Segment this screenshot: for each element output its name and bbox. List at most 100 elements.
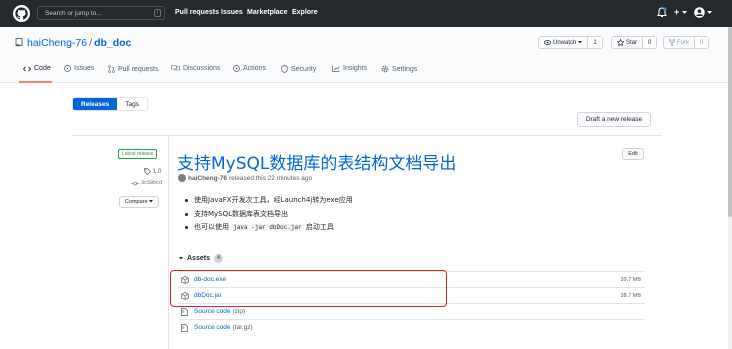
release-commit[interactable]: 3c50bcd — [131, 180, 162, 186]
tab-code[interactable]: Code — [23, 65, 51, 72]
star-button[interactable]: Star — [612, 37, 642, 48]
star-icon — [617, 39, 624, 46]
release-note-item: 支持MySQL数据库表文档导出 — [183, 209, 353, 223]
nav-issues[interactable]: Issues — [221, 9, 243, 16]
nav-explore[interactable]: Explore — [292, 9, 318, 16]
assets-count: 4 — [213, 254, 223, 263]
repo-header: haiCheng-76/db_doc Unwatch 1 Star 0 Fork… — [0, 27, 732, 83]
tab-issues-label: Issues — [74, 65, 95, 72]
release-author[interactable]: haiCheng-76 — [188, 175, 227, 182]
graph-icon — [332, 65, 340, 72]
release-title[interactable]: 支持MySQL数据库的表结构文档导出 — [177, 149, 456, 174]
repo-title: haiCheng-76/db_doc — [27, 37, 131, 49]
chevron-down-icon — [149, 200, 154, 203]
tab-issues[interactable]: Issues — [64, 65, 94, 72]
fork-button-group: Fork 0 — [663, 36, 710, 49]
watch-button-group: Unwatch 1 — [538, 36, 603, 49]
github-logo-icon[interactable] — [13, 5, 30, 22]
tag-icon — [144, 168, 151, 175]
release-note-text: 也可以使用 — [194, 223, 232, 231]
unwatch-label: Unwatch — [553, 39, 577, 46]
tab-security[interactable]: Security — [281, 65, 316, 73]
fork-button[interactable]: Fork — [664, 37, 694, 48]
tab-discussions-label: Discussions — [183, 65, 221, 72]
releases-subnav: Releases Tags — [72, 97, 148, 111]
avatar[interactable] — [694, 7, 705, 18]
release-note-text: 启动工具 — [303, 223, 334, 231]
star-button-group: Star 0 — [611, 36, 658, 49]
release-commit-sha: 3c50bcd — [141, 180, 163, 186]
fork-count[interactable]: 0 — [694, 37, 709, 48]
source-code-link[interactable]: Source code — [194, 324, 231, 331]
annotation-highlight-box — [170, 270, 447, 307]
release-tag[interactable]: 1.0 — [144, 168, 161, 175]
bell-icon[interactable] — [657, 7, 667, 18]
draft-new-release-button[interactable]: Draft a new release — [577, 112, 651, 127]
star-count[interactable]: 0 — [642, 37, 657, 48]
tab-discussions[interactable]: Discussions — [171, 65, 220, 72]
fork-icon — [669, 39, 675, 46]
subnav-tags[interactable]: Tags — [117, 98, 147, 110]
assets-label: Assets — [187, 255, 210, 262]
global-header: Search or jump to... / Pull requests Iss… — [0, 0, 732, 27]
file-zip-icon — [181, 323, 188, 332]
tab-actions[interactable]: Actions — [233, 65, 266, 72]
tab-settings-label: Settings — [392, 65, 418, 73]
chevron-down-icon — [707, 11, 712, 14]
tab-security-label: Security — [291, 65, 317, 73]
tab-actions-label: Actions — [243, 65, 266, 72]
author-avatar[interactable] — [178, 174, 186, 182]
tab-pull-requests[interactable]: Pull requests — [108, 65, 158, 73]
repo-owner-link[interactable]: haiCheng-76 — [27, 37, 87, 49]
page-scrollbar-thumb[interactable] — [728, 27, 732, 217]
search-input[interactable]: Search or jump to... / — [37, 6, 165, 20]
source-code-format: (zip) — [232, 308, 246, 315]
tab-settings[interactable]: Settings — [381, 65, 417, 73]
issue-icon — [64, 65, 71, 72]
tab-code-label: Code — [34, 65, 51, 72]
release-time: released this 22 minutes ago — [229, 174, 313, 182]
eye-icon — [544, 40, 551, 45]
subnav-releases[interactable]: Releases — [73, 98, 118, 110]
triangle-down-icon — [179, 257, 183, 260]
release-timeline-line — [168, 135, 169, 349]
repo-icon — [15, 38, 23, 47]
play-icon — [233, 65, 240, 72]
nav-marketplace[interactable]: Marketplace — [247, 9, 287, 16]
assets-toggle[interactable]: Assets 4 — [179, 254, 223, 263]
fork-label: Fork — [677, 39, 689, 46]
release-note-item: 也可以使用 java -jar dbDoc.jar 启动工具 — [183, 222, 353, 236]
commit-icon — [131, 181, 139, 185]
release-meta: haiCheng-76 released this 22 minutes ago — [178, 174, 312, 182]
search-placeholder: Search or jump to... — [45, 10, 102, 17]
nav-pull-requests[interactable]: Pull requests — [175, 9, 219, 16]
asset-size: 38.7 MB — [620, 292, 641, 299]
repo-separator: / — [89, 37, 93, 49]
source-code-link[interactable]: Source code — [194, 308, 231, 315]
watch-count[interactable]: 1 — [587, 37, 602, 48]
search-shortcut-hint: / — [154, 9, 161, 17]
file-zip-icon-wrap — [181, 307, 192, 316]
source-code-format: (tar.gz) — [232, 324, 253, 331]
compare-button[interactable]: Compare — [119, 196, 159, 208]
discussion-icon — [171, 65, 180, 71]
repo-name-link[interactable]: db_doc — [94, 37, 131, 49]
asset-size: 39.7 MB — [620, 276, 641, 283]
tab-insights-label: Insights — [343, 65, 368, 72]
chevron-down-icon — [578, 41, 583, 44]
release-divider — [72, 135, 662, 136]
asset-row: Source code (tar.gz) — [178, 319, 645, 335]
release-tag-label: 1.0 — [153, 168, 162, 175]
unwatch-button[interactable]: Unwatch — [539, 37, 587, 48]
release-notes: 使用JavaFX开发次工具，经Launch4j转为exe应用 支持MySQL数据… — [183, 195, 353, 236]
pull-request-icon — [108, 65, 115, 73]
file-zip-icon — [181, 307, 188, 316]
release-note-item: 使用JavaFX开发次工具，经Launch4j转为exe应用 — [183, 195, 353, 209]
edit-release-button[interactable]: Edit — [622, 148, 644, 160]
tab-insights[interactable]: Insights — [332, 65, 367, 72]
release-note-code: java -jar dbDoc.jar — [231, 224, 304, 231]
repo-tabs: Code Issues Pull requests Discussions Ac… — [0, 61, 732, 83]
active-tab-indicator — [19, 81, 52, 83]
code-icon — [23, 66, 31, 71]
create-new-icon[interactable]: + — [674, 7, 679, 17]
